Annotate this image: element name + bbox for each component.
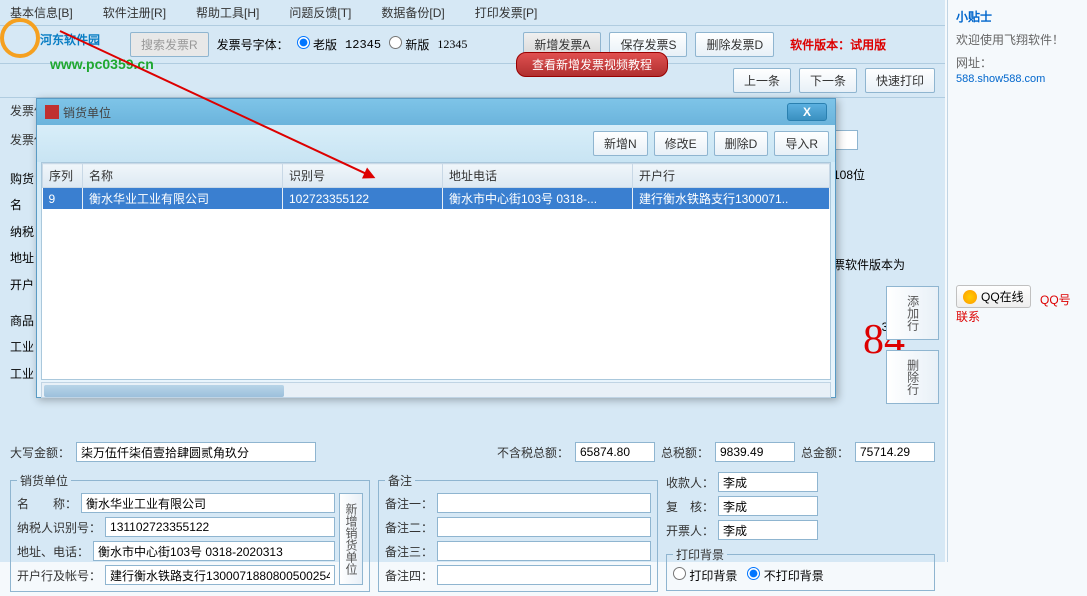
tutorial-banner[interactable]: 查看新增发票视频教程 bbox=[516, 52, 668, 77]
add-row-button[interactable]: 添加行 bbox=[886, 286, 939, 340]
new-seller-button[interactable]: 新增销货单位 bbox=[339, 493, 363, 585]
tax-input[interactable] bbox=[715, 442, 795, 462]
goods-section-label: 商品 bbox=[10, 308, 34, 334]
buyer-section-label: 购货 bbox=[10, 166, 34, 192]
cell-bank: 建行衡水铁路支行1300071.. bbox=[633, 188, 830, 210]
col-name[interactable]: 名称 bbox=[83, 164, 283, 188]
dialog-import-button[interactable]: 导入R bbox=[774, 131, 829, 156]
qq-icon bbox=[963, 290, 977, 304]
seller-tax-label: 纳税人识别号： bbox=[17, 519, 101, 536]
total-input[interactable] bbox=[855, 442, 935, 462]
dialog-close-button[interactable]: X bbox=[787, 103, 827, 121]
menu-backup[interactable]: 数据备份[D] bbox=[381, 4, 444, 21]
payee-label: 收款人： bbox=[666, 474, 714, 491]
dialog-hscrollbar[interactable] bbox=[41, 382, 831, 398]
font-old-sample: 12345 bbox=[345, 38, 381, 52]
print-bg-fieldset: 打印背景 打印背景 不打印背景 bbox=[666, 546, 935, 591]
seller-name-label: 名 称： bbox=[17, 495, 77, 512]
buyer-bank-label: 开户 bbox=[10, 272, 34, 298]
cell-name: 衡水华业工业有限公司 bbox=[83, 188, 283, 210]
delete-row-button[interactable]: 删除行 bbox=[886, 350, 939, 404]
remarks-legend: 备注 bbox=[385, 472, 415, 489]
quick-print-button[interactable]: 快速打印 bbox=[865, 68, 935, 93]
print-bg-yes[interactable]: 打印背景 bbox=[673, 567, 737, 584]
goods-row2: 工业 bbox=[10, 361, 34, 387]
seller-legend: 销货单位 bbox=[17, 472, 71, 489]
dialog-grid[interactable]: 序列 名称 识别号 地址电话 开户行 9 衡水华业工业有限公司 10272335… bbox=[41, 162, 831, 380]
delete-invoice-button[interactable]: 删除发票D bbox=[695, 32, 774, 57]
buyer-name-label: 名 bbox=[10, 192, 34, 218]
remark2-input[interactable] bbox=[437, 517, 651, 537]
reviewer-input[interactable] bbox=[718, 496, 818, 516]
upper-amount-label: 大写金额： bbox=[10, 444, 70, 461]
seller-bank-input[interactable] bbox=[105, 565, 335, 585]
tips-url-label: 网址： bbox=[956, 56, 992, 70]
dialog-titlebar[interactable]: 销货单位 X bbox=[37, 99, 835, 125]
scrollbar-thumb[interactable] bbox=[44, 385, 284, 397]
col-bank[interactable]: 开户行 bbox=[633, 164, 830, 188]
seller-fieldset: 销货单位 名 称： 纳税人识别号： 地址、电话： 开户行及帐号： 新增销货单位 bbox=[10, 472, 370, 592]
notax-label: 不含税总额： bbox=[497, 444, 569, 461]
dialog-edit-button[interactable]: 修改E bbox=[654, 131, 708, 156]
remark3-label: 备注三： bbox=[385, 543, 433, 560]
upper-amount-input[interactable] bbox=[76, 442, 316, 462]
seller-addr-input[interactable] bbox=[93, 541, 335, 561]
remark4-input[interactable] bbox=[437, 565, 651, 585]
font-new-sample: 12345 bbox=[437, 37, 467, 52]
font-new-radio[interactable]: 新版 bbox=[389, 36, 429, 53]
tips-title: 小贴士 bbox=[956, 8, 1079, 25]
goods-row1: 工业 bbox=[10, 334, 34, 360]
next-button[interactable]: 下一条 bbox=[799, 68, 857, 93]
menu-help[interactable]: 帮助工具[H] bbox=[196, 4, 259, 21]
version-label: 软件版本：试用版 bbox=[790, 36, 886, 53]
payee-input[interactable] bbox=[718, 472, 818, 492]
dialog-delete-button[interactable]: 删除D bbox=[714, 131, 769, 156]
notax-input[interactable] bbox=[575, 442, 655, 462]
dialog-title: 销货单位 bbox=[63, 104, 111, 121]
menu-print[interactable]: 打印发票[P] bbox=[475, 4, 538, 21]
buyer-addr-label: 地址 bbox=[10, 245, 34, 271]
seller-bank-label: 开户行及帐号： bbox=[17, 567, 101, 584]
grid-row-selected[interactable]: 9 衡水华业工业有限公司 102723355122 衡水市中心街103号 031… bbox=[43, 188, 830, 210]
menu-feedback[interactable]: 问题反馈[T] bbox=[289, 4, 351, 21]
remark3-input[interactable] bbox=[437, 541, 651, 561]
tips-welcome: 欢迎使用飞翔软件！ bbox=[956, 31, 1079, 48]
totals-row: 大写金额： 不含税总额： 总税额： 总金额： bbox=[0, 436, 945, 468]
drawer-label: 开票人： bbox=[666, 522, 714, 539]
dialog-icon bbox=[45, 105, 59, 119]
cell-id: 102723355122 bbox=[283, 188, 443, 210]
seller-name-input[interactable] bbox=[81, 493, 335, 513]
print-bg-no[interactable]: 不打印背景 bbox=[747, 567, 823, 584]
font-label: 发票号字体： bbox=[217, 36, 289, 53]
col-addr[interactable]: 地址电话 bbox=[443, 164, 633, 188]
remark1-input[interactable] bbox=[437, 493, 651, 513]
remarks-fieldset: 备注 备注一： 备注二： 备注三： 备注四： bbox=[378, 472, 658, 592]
tips-sidebar: 小贴士 欢迎使用飞翔软件！ 网址：588.show588.com QQ在线 QQ… bbox=[947, 0, 1087, 562]
remark1-label: 备注一： bbox=[385, 495, 433, 512]
reviewer-label: 复 核： bbox=[666, 498, 714, 515]
print-bg-legend: 打印背景 bbox=[673, 546, 727, 563]
dialog-new-button[interactable]: 新增N bbox=[593, 131, 648, 156]
font-old-radio[interactable]: 老版 bbox=[297, 36, 337, 53]
total-label: 总金额： bbox=[801, 444, 849, 461]
col-seq[interactable]: 序列 bbox=[43, 164, 83, 188]
cell-seq: 9 bbox=[43, 188, 83, 210]
qq-online-badge[interactable]: QQ在线 bbox=[956, 285, 1031, 308]
remark4-label: 备注四： bbox=[385, 567, 433, 584]
tax-label: 总税额： bbox=[661, 444, 709, 461]
tips-url[interactable]: 588.show588.com bbox=[956, 73, 1045, 85]
dialog-toolbar: 新增N 修改E 删除D 导入R bbox=[37, 125, 835, 162]
buyer-tax-label: 纳税 bbox=[10, 219, 34, 245]
prev-button[interactable]: 上一条 bbox=[733, 68, 791, 93]
remark2-label: 备注二： bbox=[385, 519, 433, 536]
seller-addr-label: 地址、电话： bbox=[17, 543, 89, 560]
cell-addr: 衡水市中心街103号 0318-... bbox=[443, 188, 633, 210]
seller-picker-dialog: 销货单位 X 新增N 修改E 删除D 导入R 序列 名称 识别号 地址电话 开户… bbox=[36, 98, 836, 398]
grid-header-row: 序列 名称 识别号 地址电话 开户行 bbox=[43, 164, 830, 188]
seller-tax-input[interactable] bbox=[105, 517, 335, 537]
drawer-input[interactable] bbox=[718, 520, 818, 540]
